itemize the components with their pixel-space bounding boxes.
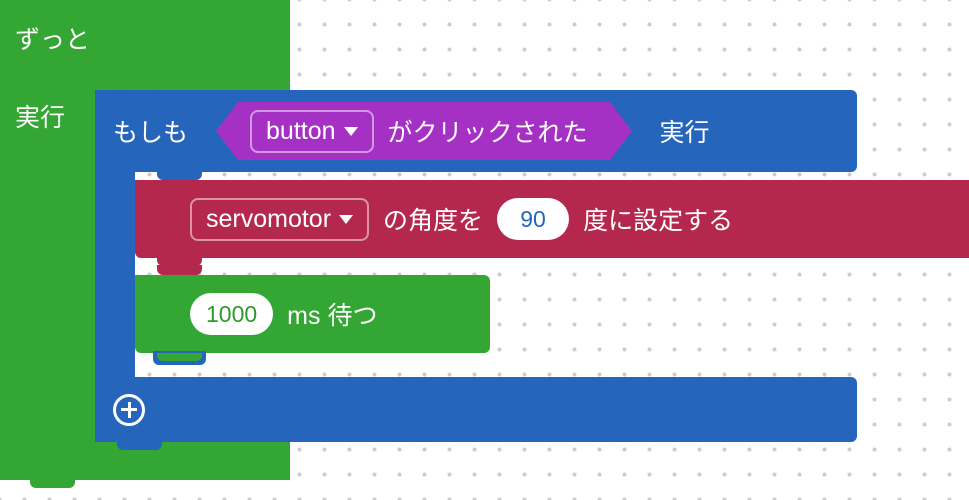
if-execute-label: 実行 [660, 113, 710, 149]
button-dropdown[interactable]: button [250, 110, 374, 153]
wait-ms-value: 1000 [206, 301, 257, 328]
servo-text-1: の角度を [383, 201, 483, 237]
forever-label: ずっと [15, 20, 275, 56]
button-dropdown-label: button [266, 117, 336, 146]
forever-block[interactable]: ずっと 実行 [0, 0, 290, 90]
forever-block-header[interactable]: ずっと [0, 0, 290, 90]
condition-block[interactable]: button がクリックされた [238, 102, 610, 160]
if-block-footer[interactable] [95, 377, 857, 442]
wait-ms-input[interactable]: 1000 [190, 293, 273, 335]
servomotor-dropdown-label: servomotor [206, 205, 331, 234]
servomotor-dropdown[interactable]: servomotor [190, 198, 369, 241]
if-block[interactable]: もしも button がクリックされた 実行 servomotor の角度を 9… [95, 90, 857, 172]
wait-notch [153, 351, 206, 365]
servo-angle-value: 90 [520, 206, 546, 233]
forever-execute-label: 実行 [15, 104, 65, 132]
dropdown-arrow-icon [344, 127, 358, 136]
wait-text: ms 待つ [287, 296, 377, 332]
if-block-side[interactable] [95, 172, 135, 377]
wait-block[interactable]: 1000 ms 待つ [135, 275, 490, 353]
add-branch-icon[interactable] [113, 394, 145, 426]
if-block-header[interactable]: もしも button がクリックされた 実行 [95, 90, 857, 172]
forever-block-side[interactable]: 実行 [0, 90, 95, 442]
condition-suffix-label: がクリックされた [388, 113, 588, 149]
servo-set-angle-block[interactable]: servomotor の角度を 90 度に設定する [135, 180, 969, 258]
servo-text-2: 度に設定する [583, 201, 733, 237]
servo-angle-input[interactable]: 90 [497, 198, 569, 240]
block-workspace[interactable]: ずっと 実行 もしも button がクリックされた 実行 servomotor [0, 0, 290, 90]
if-label: もしも [113, 113, 188, 149]
dropdown-arrow-icon [339, 215, 353, 224]
